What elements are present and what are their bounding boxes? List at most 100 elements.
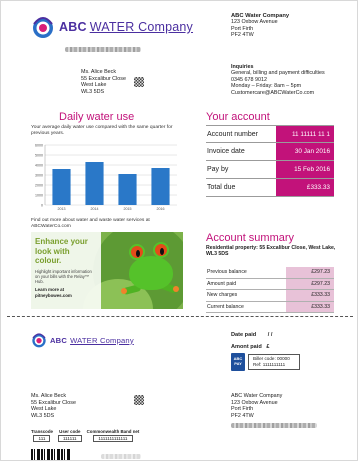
chart-y-tick-label: 5000 — [35, 154, 43, 158]
slip-company-postcode: PF2 4TW — [231, 412, 254, 419]
biller-box: Biller code: 00000 Ref: 1111111111 — [248, 354, 300, 370]
date-paid-field[interactable]: / / — [268, 332, 273, 338]
summary-row: Amount paid £297.23 — [206, 278, 334, 290]
water-drop-logo-icon — [33, 17, 53, 38]
transcode-label: Transcode — [31, 429, 53, 434]
account-label: Account number — [207, 130, 258, 138]
brand-name: ABC WATER Company — [59, 20, 193, 34]
summary-label: New charges — [207, 292, 238, 299]
bank-code: Commonwealth Band net 1111111111111 — [86, 429, 140, 442]
amount-paid-row: Amont paid £ — [231, 341, 272, 353]
customer-address-line2: West Lake — [81, 82, 107, 89]
slip-brand-name: ABC WATER Company — [50, 336, 134, 345]
biller-ref: Ref: 1111111111 — [253, 362, 286, 367]
chart-bar — [85, 162, 104, 205]
account-label: Total due — [207, 184, 236, 191]
chart-y-tick-label: 6000 — [35, 144, 43, 148]
chart-x-tick-label: 2013 — [58, 207, 66, 211]
biller-block: ABC PAY Biller code: 00000 Ref: 11111111… — [231, 353, 300, 371]
usercode-label: User code — [59, 429, 81, 434]
frog-body — [129, 256, 173, 290]
ad-title: Enhance your look with colour. — [35, 237, 88, 265]
customer-address: Ms. Alice Beck 55 Excalibur Close West L… — [81, 69, 126, 95]
relay-hub-ad[interactable]: Enhance your look with colour. Highlight… — [31, 232, 183, 309]
frog-toe — [121, 288, 127, 294]
chart-x-tick-label: 2016 — [157, 207, 165, 211]
transcode: Transcode 111 — [31, 429, 53, 442]
chart-y-tick-label: 4000 — [35, 164, 43, 168]
slip-company-line1: 123 Oxbow Avenue — [231, 399, 278, 406]
summary-row: New charges £333.33 — [206, 290, 334, 302]
summary-value: £333.33 — [286, 301, 334, 312]
transcode-value: 111 — [33, 435, 51, 442]
account-title: Your account — [206, 111, 270, 123]
ad-text-panel: Enhance your look with colour. Highlight… — [31, 232, 101, 309]
bank-value: 1111111111111 — [93, 435, 133, 442]
usercode-value: 111111 — [57, 435, 82, 442]
chart-bar — [118, 174, 137, 205]
summary-title: Account summary — [206, 232, 295, 244]
frog-eye — [129, 244, 145, 260]
amount-paid-field[interactable]: £ — [266, 344, 269, 350]
frog-toe — [173, 286, 179, 292]
customer-postcode: WL3 5DS — [81, 88, 105, 95]
chart-y-tick-label: 2000 — [35, 184, 43, 188]
water-bill-page: ABC WATER Company ABC Water Company 123 O… — [0, 0, 358, 461]
bpay-line2: PAY — [234, 361, 242, 366]
frog-pupil — [136, 250, 140, 257]
slip-company-address: ABC Water Company 123 Oxbow Avenue Port … — [231, 393, 282, 419]
summary-value: £333.33 — [286, 290, 334, 301]
tear-off-line — [7, 316, 353, 317]
account-value: 30 Jan 2016 — [276, 143, 334, 160]
summary-value: £297.23 — [286, 278, 334, 289]
brand-main: ABC — [59, 20, 87, 34]
inquiries-email[interactable]: Customercare@ABCWaterCo.com — [231, 90, 325, 96]
account-row-invoice-date: Invoice date 30 Jan 2016 — [206, 143, 334, 161]
chart-y-tick-label: 3000 — [35, 174, 43, 178]
slip-brand-main: ABC — [50, 335, 68, 345]
ad-learn-more[interactable]: Learn more at pitneybowes.com — [35, 287, 97, 298]
frog-pupil — [160, 248, 164, 255]
chart-y-tick-label: 1000 — [35, 194, 43, 198]
slip-customer-line2: West Lake — [31, 406, 57, 413]
slip-customer-name: Ms. Alice Beck — [31, 393, 67, 399]
bank-label: Commonwealth Band net — [86, 429, 140, 434]
slip-customer-postcode: WL3 5DS — [31, 412, 55, 419]
inquiries-line1: General, billing and payment difficultie… — [231, 70, 325, 77]
account-label: Pay by — [207, 166, 229, 173]
account-value: 15 Feb 2016 — [276, 161, 334, 178]
faint-scribble — [101, 454, 141, 459]
date-paid-label: Date paid — [231, 332, 257, 338]
chart-x-tick-label: 2015 — [124, 207, 132, 211]
bank-codes: Transcode 111 User code 111111 Commonwea… — [31, 429, 139, 442]
brand-sub: WATER Company — [89, 20, 194, 34]
frog-eye — [153, 242, 169, 258]
daily-use-description: Your average daily water use compared wi… — [31, 125, 173, 136]
company-postcode: PF2 4TW — [231, 32, 254, 39]
daily-use-note: Find out more about water and waste wate… — [31, 218, 150, 229]
summary-property: Residential property: 55 Excalibur Close… — [206, 245, 336, 258]
account-value: 11 11111 11 1 — [276, 126, 334, 142]
slip-qr-code — [134, 395, 144, 405]
summary-table: Previous balance £297.23 Amount paid £29… — [206, 267, 334, 313]
chart-bar — [151, 168, 170, 205]
account-value: £333.33 — [276, 179, 334, 196]
account-table: Account number 11 11111 11 1 Invoice dat… — [206, 125, 334, 197]
date-paid-row: Date paid / / — [231, 329, 272, 341]
usercode: User code 111111 — [57, 429, 82, 442]
account-row-total-due: Total due £333.33 — [206, 179, 334, 197]
company-logo: ABC WATER Company — [31, 15, 193, 39]
summary-row: Current balance £333.33 — [206, 301, 334, 313]
ad-body: Highlight important information on your … — [35, 268, 92, 284]
barcode — [31, 449, 71, 460]
daily-use-title: Daily water use — [59, 111, 135, 123]
chart-bar — [52, 169, 71, 205]
summary-row: Previous balance £297.23 — [206, 267, 334, 279]
bpay-logo: ABC PAY — [231, 353, 245, 371]
account-row-pay-by: Pay by 15 Feb 2016 — [206, 161, 334, 179]
date-paid-block: Date paid / / Amont paid £ — [231, 329, 272, 353]
summary-label: Amount paid — [207, 280, 237, 287]
handwritten-scribble — [65, 47, 141, 52]
slip-company-line2: Port Firth — [231, 406, 254, 413]
slip-customer-address: Ms. Alice Beck 55 Excalibur Close West L… — [31, 393, 76, 419]
